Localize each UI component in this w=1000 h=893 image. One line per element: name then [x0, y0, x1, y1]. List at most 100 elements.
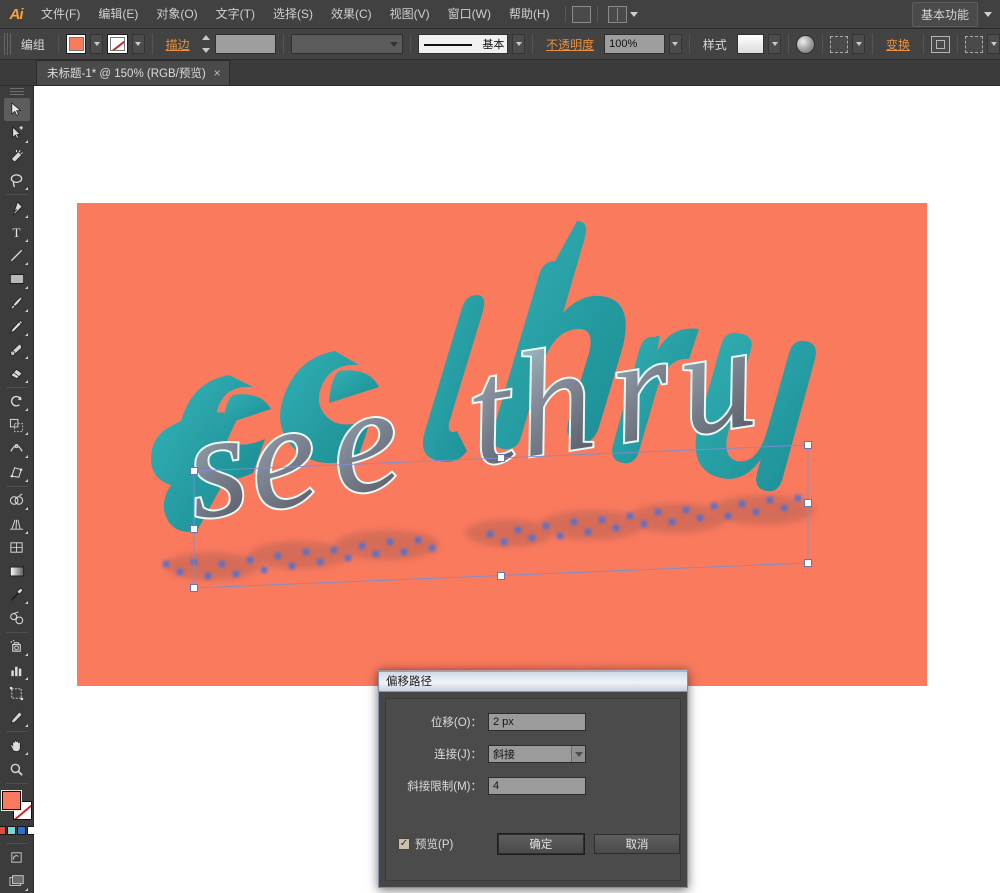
- style-label: 样式: [702, 37, 727, 52]
- document-setup-icon[interactable]: [964, 35, 984, 53]
- column-graph-tool[interactable]: [4, 658, 30, 682]
- line-segment-tool[interactable]: [4, 244, 30, 268]
- tool-more-icon: [24, 332, 28, 336]
- symbol-sprayer-tool[interactable]: [4, 635, 30, 659]
- menu-edit[interactable]: 编辑(E): [89, 0, 147, 29]
- fill-swatch-chevron-icon[interactable]: [90, 34, 104, 54]
- slice-tool[interactable]: [4, 705, 30, 729]
- recolor-chevron-icon[interactable]: [852, 34, 866, 54]
- tools-panel-grip[interactable]: [9, 88, 24, 96]
- menu-help[interactable]: 帮助(H): [500, 0, 559, 29]
- scale-tool[interactable]: [4, 413, 30, 437]
- selected-object-type: 编组: [20, 37, 45, 52]
- blend-tool[interactable]: [4, 606, 30, 630]
- menu-type[interactable]: 文字(T): [207, 0, 264, 29]
- preview-checkbox[interactable]: ✓: [398, 838, 410, 850]
- none-swatch-button[interactable]: [17, 826, 26, 836]
- join-row: 连接(J)： 斜接: [386, 745, 680, 763]
- document-tab-bar: 未标题-1* @ 150% (RGB/预览) ×: [0, 60, 1000, 86]
- tools-divider-3: [5, 485, 28, 487]
- fill-color-swatch[interactable]: [65, 34, 87, 54]
- menu-effect[interactable]: 效果(C): [322, 0, 381, 29]
- pencil-tool[interactable]: [4, 314, 30, 338]
- style-chevron-icon[interactable]: [768, 34, 781, 54]
- ok-button[interactable]: 确定: [497, 834, 584, 854]
- miter-limit-field[interactable]: 4: [488, 777, 586, 795]
- paintbrush-tool[interactable]: [4, 291, 30, 315]
- offset-path-dialog[interactable]: 偏移路径 位移(O)： 2 px 连接(J)： 斜接 斜接限制(M)： 4 ✓: [378, 669, 688, 888]
- artboard[interactable]: s e e t h r u: [77, 203, 927, 686]
- stroke-swatch-chevron-icon[interactable]: [131, 34, 145, 54]
- tool-more-icon: [24, 653, 28, 657]
- opacity-field[interactable]: 100%: [604, 34, 665, 54]
- selection-tool[interactable]: [3, 97, 30, 122]
- menu-select[interactable]: 选择(S): [264, 0, 322, 29]
- width-tool[interactable]: [4, 437, 30, 461]
- opacity-chevron-icon[interactable]: [668, 34, 682, 54]
- mesh-tool[interactable]: [4, 536, 30, 560]
- cancel-button[interactable]: 取消: [593, 834, 680, 854]
- type-tool[interactable]: T: [4, 220, 30, 244]
- opacity-mask-icon[interactable]: [795, 34, 815, 54]
- arrange-documents-icon: [607, 5, 627, 23]
- workspace-chevron-icon[interactable]: [984, 11, 992, 17]
- pen-tool[interactable]: [4, 197, 30, 221]
- recolor-artwork-icon[interactable]: [829, 35, 849, 53]
- rotate-tool[interactable]: [4, 390, 30, 414]
- drawing-mode-icon[interactable]: [4, 846, 30, 870]
- screen-mode-icon[interactable]: [4, 870, 30, 893]
- direct-selection-tool[interactable]: [4, 121, 30, 145]
- menu-view[interactable]: 视图(V): [381, 0, 439, 29]
- magic-wand-tool[interactable]: [4, 145, 30, 169]
- align-icon[interactable]: [931, 35, 950, 53]
- brush-definition-chevron-icon[interactable]: [512, 34, 526, 54]
- stroke-weight-field[interactable]: [215, 34, 277, 54]
- zoom-tool[interactable]: [4, 757, 30, 781]
- menu-bar: Ai 文件(F) 编辑(E) 对象(O) 文字(T) 选择(S) 效果(C) 视…: [0, 0, 1000, 29]
- tool-more-icon: [24, 186, 28, 190]
- arrange-documents-button[interactable]: [607, 5, 638, 23]
- menu-window[interactable]: 窗口(W): [439, 0, 500, 29]
- chevron-down-icon[interactable]: [571, 746, 585, 762]
- gradient-swatch-button[interactable]: [7, 826, 16, 836]
- color-mode-swatches[interactable]: [0, 826, 36, 836]
- opacity-label[interactable]: 不透明度: [540, 36, 600, 53]
- rectangle-tool[interactable]: [4, 267, 30, 291]
- eraser-tool[interactable]: [4, 361, 30, 385]
- dialog-title: 偏移路径: [386, 675, 432, 688]
- brush-definition-field[interactable]: 基本: [418, 34, 509, 54]
- graphic-style-swatch[interactable]: [736, 34, 765, 54]
- tool-more-icon: [24, 379, 28, 383]
- dialog-title-bar[interactable]: 偏移路径: [379, 669, 687, 692]
- stroke-color-swatch[interactable]: [107, 34, 128, 54]
- fill-swatch[interactable]: [1, 790, 21, 810]
- free-transform-tool[interactable]: [4, 460, 30, 484]
- preview-checkbox-wrap[interactable]: ✓ 预览(P): [398, 836, 488, 852]
- color-swatch-button[interactable]: [0, 826, 6, 836]
- bridge-icon[interactable]: [571, 5, 591, 23]
- offset-field[interactable]: 2 px: [488, 713, 586, 731]
- control-bar-grip[interactable]: [4, 33, 11, 55]
- fill-stroke-swatches[interactable]: [1, 790, 32, 821]
- variable-width-profile-field[interactable]: [291, 34, 404, 54]
- join-select[interactable]: 斜接: [488, 745, 586, 763]
- document-setup-chevron-icon[interactable]: [987, 34, 1000, 54]
- tools-divider-6: [5, 782, 28, 784]
- eyedropper-tool[interactable]: [4, 583, 30, 607]
- tool-more-icon: [24, 455, 28, 459]
- perspective-grid-tool[interactable]: [4, 512, 30, 536]
- menu-file[interactable]: 文件(F): [32, 0, 89, 29]
- lasso-tool[interactable]: [4, 168, 30, 192]
- transform-label[interactable]: 变换: [880, 36, 916, 53]
- close-icon[interactable]: ×: [214, 66, 221, 80]
- gradient-tool[interactable]: [4, 559, 30, 583]
- hand-tool[interactable]: [4, 734, 30, 758]
- shape-builder-tool[interactable]: [4, 489, 30, 513]
- stroke-weight-stepper[interactable]: [200, 34, 212, 54]
- workspace-switcher[interactable]: 基本功能: [911, 1, 978, 27]
- blob-brush-tool[interactable]: [4, 338, 30, 362]
- artboard-tool[interactable]: [4, 682, 30, 706]
- document-tab[interactable]: 未标题-1* @ 150% (RGB/预览) ×: [36, 60, 230, 85]
- menu-object[interactable]: 对象(O): [147, 0, 206, 29]
- stroke-weight-label[interactable]: 描边: [160, 36, 196, 53]
